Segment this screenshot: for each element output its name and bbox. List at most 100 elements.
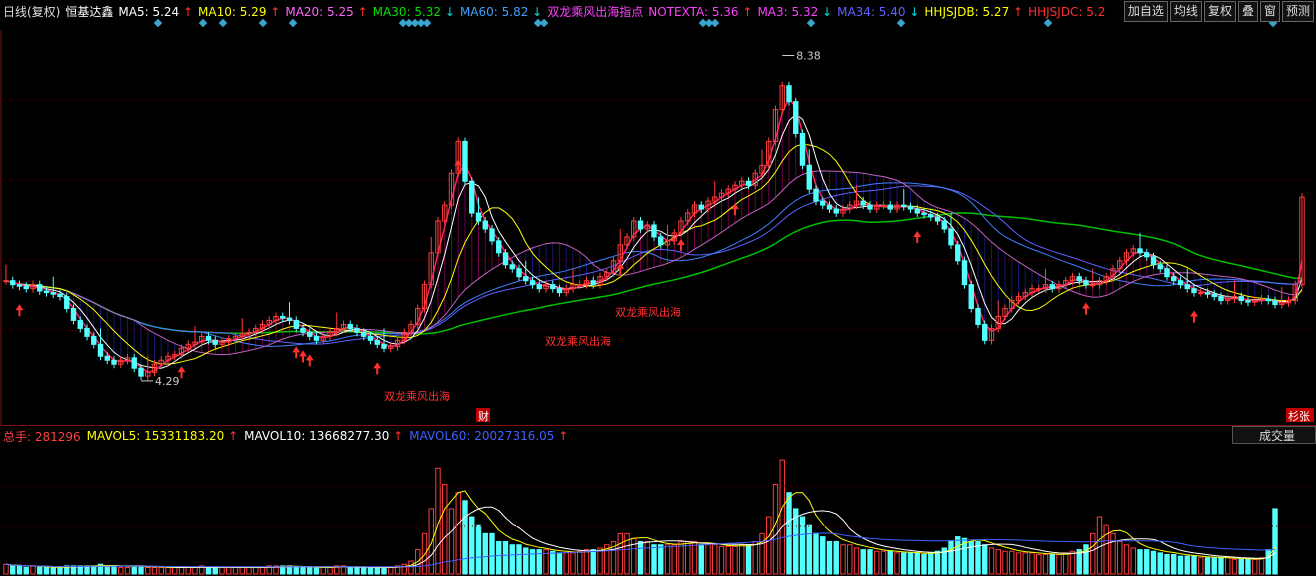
volume-bar-65 [442,484,448,575]
volume-bar-182 [1231,558,1238,575]
volume-bar-15 [104,565,110,575]
toolbar-button-4[interactable]: 窗 [1259,1,1280,22]
candle-142 [961,256,968,289]
candle-103 [698,201,704,214]
volume-bar-20 [138,565,144,575]
volume-bar-1 [10,565,16,575]
candle-78 [529,276,536,289]
volume-bar-181 [1225,557,1231,575]
volume-bar-91 [617,532,623,575]
volume-bar-48 [327,566,333,575]
signal-diamond-17 [1043,18,1053,28]
volume-chart[interactable] [0,446,1316,576]
candle-19 [131,353,137,373]
volume-bar-13 [91,565,97,575]
volume-bar-158 [1069,550,1076,575]
signal-diamond-row [0,18,1316,30]
volume-bar-129 [874,550,880,575]
candle-43 [293,316,299,333]
volume-bar-152 [1029,552,1035,575]
volume-bar-168 [1137,549,1143,575]
volume-bar-46 [313,566,320,575]
toolbar-button-0[interactable]: 加自选 [1123,1,1168,22]
volume-bar-110 [745,544,752,575]
volume-bar-54 [367,566,374,575]
volume-bar-127 [860,549,866,575]
volume-bar-86 [583,549,590,575]
volume-indicator-1: MAVOL10: 13668277.30 ↑ [244,429,404,443]
volume-bar-105 [712,544,718,575]
candle-152 [1029,284,1035,297]
candlestick-chart[interactable]: 8.384.29双龙乘风出海双龙乘风出海双龙乘风出海财 杉张 [0,30,1316,426]
candle-55 [374,336,380,349]
candle-144 [975,304,981,329]
candle-107 [725,185,731,198]
volume-bar-145 [982,544,988,575]
buy-arrow-8 [677,239,685,251]
candle-146 [988,324,995,345]
volume-bar-8 [57,566,63,575]
candle-2 [16,280,23,291]
volume-bar-176 [1191,555,1197,575]
candle-160 [1083,276,1089,289]
volume-bar-154 [1042,553,1049,575]
volume-bar-180 [1218,557,1224,575]
candle-148 [1002,304,1008,321]
volume-bar-83 [563,552,569,575]
candle-184 [1245,296,1251,307]
candle-31 [212,336,218,349]
volume-bar-167 [1130,547,1136,575]
volume-bar-84 [570,552,576,575]
candle-147 [995,300,1001,333]
volume-bar-81 [550,550,556,575]
candle-0 [3,264,9,285]
candle-123 [833,205,839,218]
candle-11 [77,316,83,333]
volume-bar-16 [111,565,117,575]
candle-101 [685,209,691,225]
volume-bar-164 [1110,532,1116,575]
toolbar-button-5[interactable]: 预测 [1281,1,1314,22]
volume-bar-28 [192,566,198,575]
volume-bar-73 [496,540,502,575]
signal-diamond-14 [710,18,720,28]
signal-diamond-2 [218,18,228,28]
volume-bar-126 [853,547,860,575]
volume-bar-109 [739,544,745,575]
candle-97 [658,232,664,249]
volume-bar-96 [651,544,657,575]
volume-bar-51 [347,566,353,575]
signal-diamond-16 [896,18,906,28]
candle-29 [199,332,205,346]
volume-bar-36 [246,566,252,575]
finance-marker-text: 财 [478,409,489,423]
volume-bar-85 [577,550,583,575]
signal-diamond-4 [288,18,298,28]
volume-bar-179 [1211,557,1217,575]
candle-74 [502,248,509,269]
volume-bar-141 [955,536,961,575]
toolbar-button-3[interactable]: 叠 [1237,1,1258,22]
volume-bar-125 [847,544,853,575]
volume-bar-23 [158,566,164,575]
volume-indicators: MAVOL5: 15331183.20 ↑ MAVOL10: 13668277.3… [87,429,575,443]
volume-bar-128 [867,549,873,575]
volume-bar-71 [482,532,488,575]
volume-bar-134 [907,552,914,575]
toolbar-button-1[interactable]: 均线 [1169,1,1202,22]
candle-93 [631,217,637,241]
volume-bar-170 [1150,550,1157,575]
indicator-10: HHJSJDC: 5.2 [1028,4,1106,19]
buy-arrow-11 [1082,302,1090,315]
volume-bar-26 [178,566,185,575]
volume-bar-17 [118,566,124,575]
candle-112 [759,149,765,178]
toolbar-button-2[interactable]: 复权 [1203,1,1236,22]
candle-28 [192,326,198,349]
volume-bar-165 [1117,540,1123,575]
volume-bar-76 [516,544,522,575]
candle-98 [664,224,671,249]
volume-indicator-dropdown[interactable]: 成交量 [1232,426,1316,444]
volume-bar-99 [671,544,677,575]
volume-bar-74 [502,540,509,575]
